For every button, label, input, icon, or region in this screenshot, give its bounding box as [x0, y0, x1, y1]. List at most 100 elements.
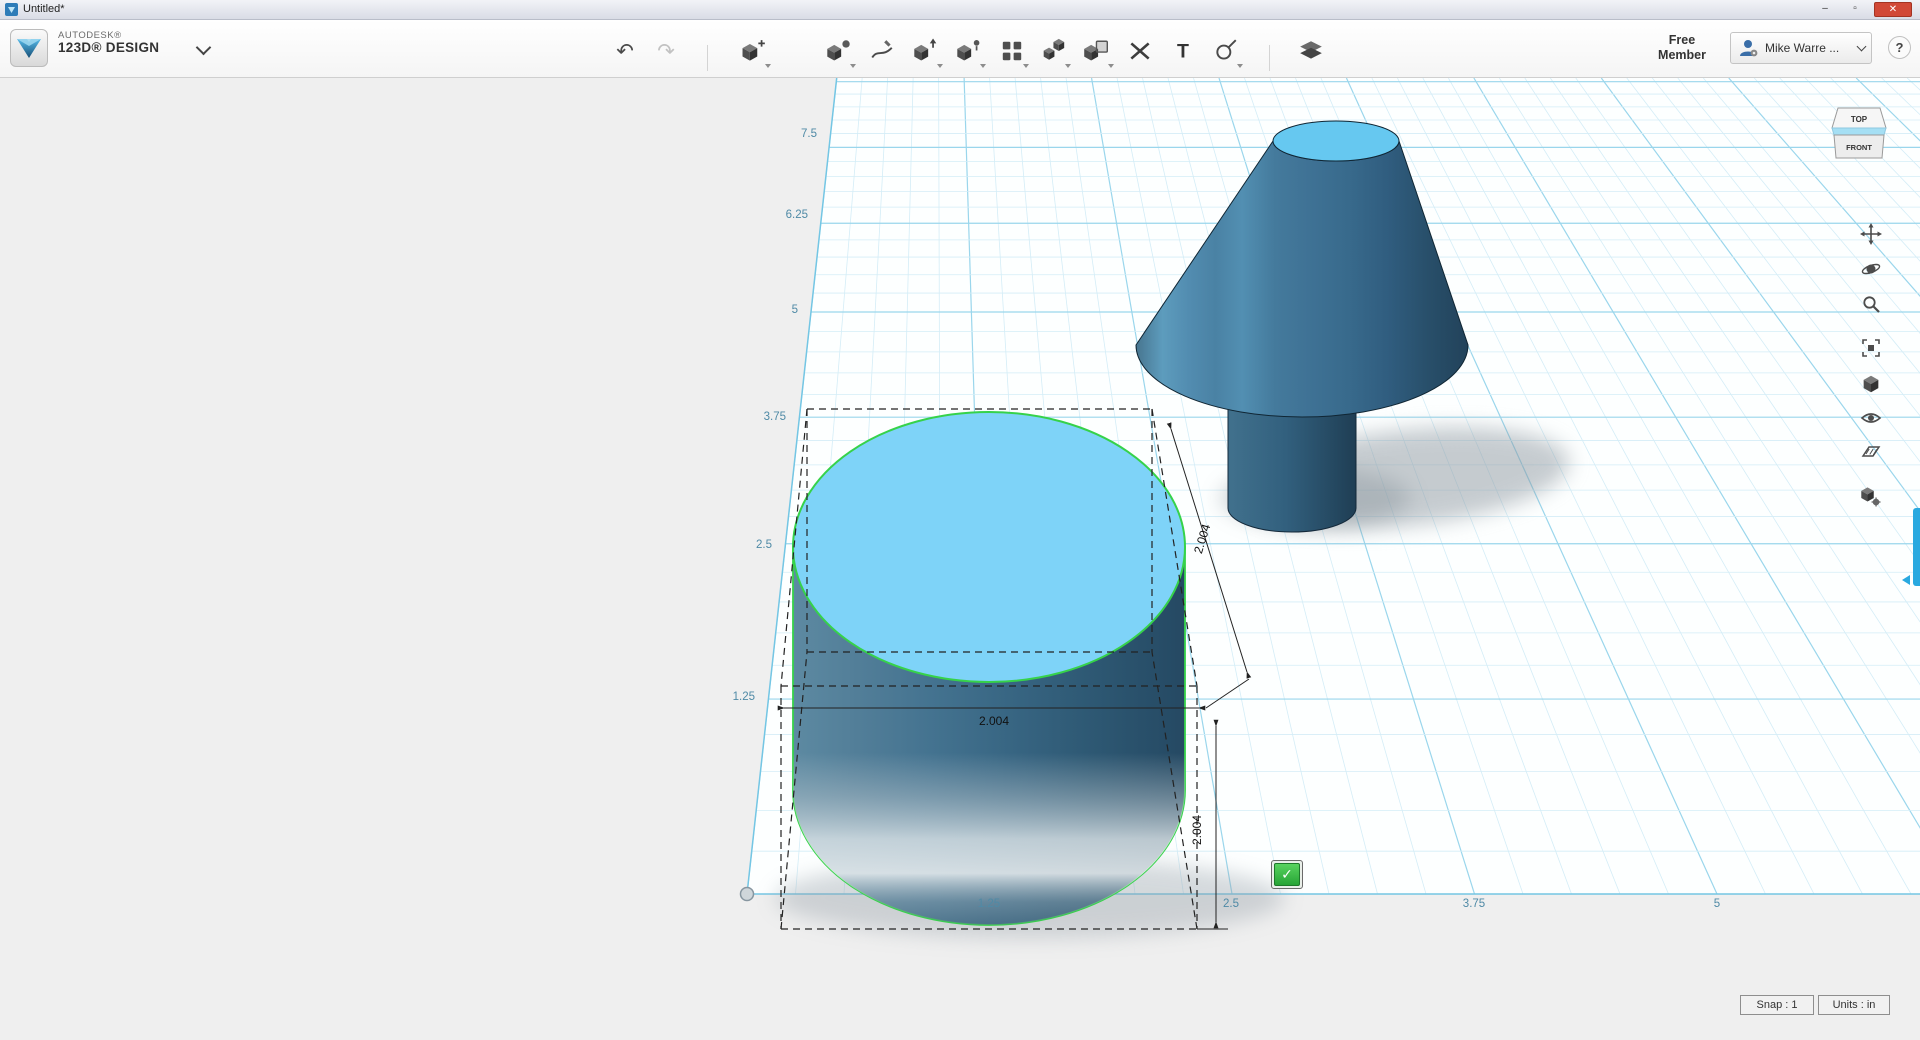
view-cube-top-label: TOP — [1851, 115, 1868, 124]
view-cube-front-label: FRONT — [1846, 143, 1872, 152]
dropdown-arrow-icon — [980, 64, 986, 68]
y-axis-label: 1.25 — [732, 691, 755, 703]
app-menu-chevron-icon[interactable] — [195, 39, 212, 56]
lamp-cone-top-face[interactable] — [1272, 120, 1400, 162]
material-settings-button[interactable] — [1857, 483, 1885, 511]
account-chevron-icon — [1856, 41, 1867, 52]
zoom-button[interactable] — [1857, 290, 1885, 318]
pattern-icon — [1002, 41, 1022, 61]
checkmark-icon: ✓ — [1274, 863, 1300, 886]
close-button[interactable]: ✕ — [1874, 2, 1912, 17]
primitives-icon — [827, 40, 850, 61]
dropdown-arrow-icon — [1237, 64, 1243, 68]
material-button[interactable] — [1294, 34, 1328, 68]
shaded-cube-icon — [1863, 375, 1879, 393]
eye-icon — [1860, 413, 1882, 423]
view-cube[interactable]: TOP FRONT — [1828, 104, 1890, 166]
brand-text: AUTODESK® 123D® DESIGN — [58, 30, 160, 56]
y-axis-label: 3.75 — [763, 411, 786, 423]
shading-mode-button[interactable] — [1857, 370, 1885, 398]
avatar-icon — [1740, 40, 1758, 57]
primitives-button[interactable] — [822, 34, 856, 68]
view-cube-edge-highlight[interactable] — [1831, 127, 1887, 136]
dropdown-arrow-icon — [850, 64, 856, 68]
zoom-icon — [1863, 296, 1880, 313]
panel-handle[interactable] — [1913, 508, 1920, 586]
window-title: Untitled* — [23, 3, 65, 15]
orbit-button[interactable] — [1857, 255, 1885, 283]
user-name: Mike Warre ... — [1765, 41, 1840, 55]
cylinder-top-face[interactable] — [792, 411, 1186, 683]
dropdown-arrow-icon — [937, 64, 943, 68]
measure-icon — [1130, 42, 1150, 60]
modify-button[interactable] — [952, 34, 986, 68]
fit-view-icon — [1862, 339, 1880, 357]
units-setting[interactable]: Units : in — [1818, 995, 1890, 1015]
maximize-button[interactable]: ▫ — [1842, 2, 1868, 17]
construct-button[interactable] — [909, 34, 943, 68]
minimize-button[interactable]: – — [1812, 2, 1838, 17]
text-tool-button[interactable]: T — [1166, 34, 1200, 68]
grouping-button[interactable] — [1037, 34, 1071, 68]
sketch-icon — [871, 40, 893, 59]
measure-button[interactable] — [1123, 34, 1157, 68]
toolbar-separator — [707, 45, 708, 71]
pattern-button[interactable] — [995, 34, 1029, 68]
orbit-icon — [1861, 263, 1881, 275]
material-gear-icon — [1861, 487, 1881, 507]
grouping-icon — [1043, 38, 1065, 60]
combine-button[interactable] — [1080, 34, 1114, 68]
user-account-button[interactable]: Mike Warre ... — [1730, 32, 1872, 64]
x-axis-label: 1.25 — [977, 898, 1001, 910]
pan-button[interactable] — [1857, 220, 1885, 248]
viewport: 2.004 2.004 2.004 7.5 6.25 5 3.75 2.5 1.… — [0, 78, 1920, 1040]
sketch-button[interactable] — [865, 34, 899, 68]
fit-view-button[interactable] — [1857, 334, 1885, 362]
snap-icon — [1216, 39, 1237, 60]
dropdown-arrow-icon — [765, 64, 771, 68]
y-axis-label: 6.25 — [785, 209, 808, 221]
undo-button[interactable]: ↶ — [608, 34, 642, 68]
visibility-button[interactable] — [1857, 404, 1885, 432]
help-button[interactable]: ? — [1888, 36, 1911, 59]
y-axis-label: 7.5 — [801, 128, 817, 140]
width-dimension-label: 2.004 — [979, 714, 1009, 728]
transform-icon — [742, 40, 765, 61]
app-window-icon — [5, 3, 18, 16]
brand-product: 123D® DESIGN — [58, 40, 160, 56]
y-axis-label: 5 — [791, 304, 798, 316]
toolbar-separator — [1269, 45, 1270, 71]
selected-cylinder[interactable] — [792, 411, 1186, 926]
grid-origin — [739, 886, 755, 902]
titlebar: Untitled* – ▫ ✕ — [0, 0, 1920, 20]
height-dimension-label: 2.004 — [1190, 815, 1204, 845]
transform-button[interactable] — [737, 34, 771, 68]
panel-expand-arrow-icon[interactable] — [1902, 575, 1910, 585]
x-axis-label: 2.5 — [1223, 898, 1239, 910]
combine-icon — [1084, 40, 1108, 61]
pan-icon — [1860, 223, 1882, 245]
grid-toggle-button[interactable] — [1857, 438, 1885, 466]
dropdown-arrow-icon — [1023, 64, 1029, 68]
redo-icon: ↷ — [657, 39, 675, 63]
redo-button[interactable]: ↷ — [649, 34, 683, 68]
membership-label: Free Member — [1658, 33, 1706, 62]
undo-icon: ↶ — [616, 39, 634, 63]
dropdown-arrow-icon — [1108, 64, 1114, 68]
material-icon — [1300, 41, 1322, 59]
snap-setting[interactable]: Snap : 1 — [1740, 995, 1814, 1015]
autodesk-123d-logo[interactable] — [10, 29, 48, 67]
svg-text:T: T — [1177, 41, 1189, 63]
snap-button[interactable] — [1209, 34, 1243, 68]
x-axis-label: 5 — [1713, 898, 1721, 910]
x-axis-label: 3.75 — [1462, 898, 1486, 910]
confirm-button[interactable]: ✓ — [1271, 860, 1303, 889]
scene-canvas[interactable]: 2.004 2.004 2.004 — [0, 78, 1920, 1040]
construct-icon — [914, 38, 937, 61]
text-tool-icon: T — [1177, 41, 1189, 63]
ground-plane-icon — [1861, 446, 1881, 457]
dropdown-arrow-icon — [1065, 64, 1071, 68]
main-toolbar: AUTODESK® 123D® DESIGN ↶ ↷ T Free Member… — [0, 20, 1920, 78]
modify-icon — [957, 40, 980, 61]
y-axis-label: 2.5 — [756, 539, 772, 551]
